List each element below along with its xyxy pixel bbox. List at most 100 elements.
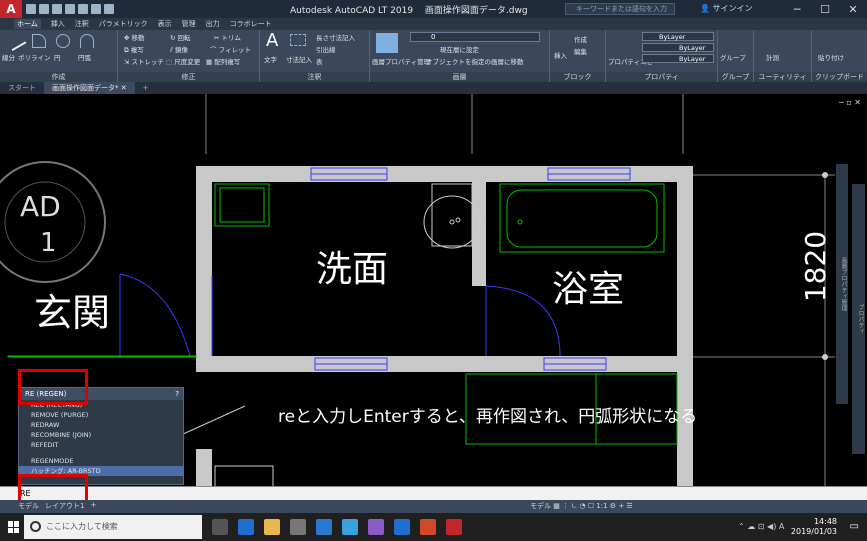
open-file-icon[interactable] [39,4,49,14]
array-button[interactable]: ▦ 配列複写 [206,56,240,66]
paste-button[interactable]: 貼り付け [818,52,844,62]
utilities-panel-label[interactable]: ユーティリティ [754,72,811,82]
arc-icon[interactable] [80,34,94,48]
customize-icon[interactable]: ☰ [626,502,632,510]
dimension-button[interactable]: 寸法記入 [286,54,312,64]
ribbon-tab-manage[interactable]: 管理 [182,19,196,29]
drawing-canvas[interactable]: ─ ▫ ✕ AD 1 玄関 洗面 浴室 1820 reと入力しEnterすると、… [0,94,867,502]
close-icon[interactable]: ✕ [839,0,867,18]
grid-icon[interactable]: ▦ [553,502,560,510]
fillet-button[interactable]: ⌒ フィレット [210,44,251,54]
signin-link[interactable]: 👤 サインイン [700,3,753,14]
layout-tab-layout1[interactable]: レイアウト1 [45,501,84,511]
trim-button[interactable]: ✂ トリム [214,32,241,42]
modify-panel-label[interactable]: 修正 [118,72,259,82]
help-icon[interactable]: ? [175,388,179,400]
new-tab-icon[interactable]: + [135,82,157,94]
layout-tab-model[interactable]: モデル [18,501,39,511]
mirror-button[interactable]: ⫽ 鏡像 [170,44,188,55]
move-to-layer-button[interactable]: オブジェクトを指定の画層に移動 [426,56,524,66]
autocad-taskbar-icon[interactable] [446,519,462,535]
app-icon[interactable] [342,519,358,535]
draw-panel-label[interactable]: 作成 [0,72,117,82]
taskbar-search-input[interactable]: ここに入力して検索 [24,515,202,539]
workspace-gear-icon[interactable]: ⚙ [610,502,616,510]
group-button[interactable]: グループ [720,52,746,62]
table-button[interactable]: 表 [316,56,323,66]
save-as-icon[interactable] [65,4,75,14]
autocomplete-item[interactable]: REMOVE (PURGE) [19,410,183,420]
stretch-button[interactable]: ⇲ ストレッチ [124,56,164,66]
dimension-grip[interactable] [822,354,828,360]
viewcube-label[interactable]: AD [20,190,61,223]
insert-block-button[interactable]: 挿入 [554,50,567,60]
arc-button[interactable]: 円弧 [78,52,91,62]
autocad-logo-icon[interactable]: A [0,0,22,18]
layer-dropdown[interactable]: 0 [410,32,540,42]
store-icon[interactable] [316,519,332,535]
color-dropdown[interactable]: ByLayer [642,32,714,41]
circle-button[interactable]: 円 [54,52,61,62]
layer-properties-palette-tab[interactable]: 画層プロパティ管理 [836,164,848,404]
snap-icon[interactable]: ⋮ [562,502,569,510]
circle-icon[interactable] [56,34,70,48]
line-icon[interactable] [5,30,27,52]
undo-icon[interactable] [91,4,101,14]
linear-dimension-button[interactable]: 長さ寸法記入 [316,32,355,42]
layer-properties-button[interactable]: 画層プロパティ管理 [372,56,430,66]
measure-button[interactable]: 計測 [766,52,779,62]
groups-panel-label[interactable]: グループ [718,72,753,82]
create-block-button[interactable]: 作成 [574,34,587,44]
ime-indicator[interactable]: A [779,522,784,531]
layer-properties-icon[interactable] [376,33,398,53]
model-space-button[interactable]: モデル [530,502,551,510]
viewport-controls[interactable]: ─ ▫ ✕ [839,98,861,107]
clipboard-panel-label[interactable]: クリップボード [812,72,867,82]
properties-panel-label[interactable]: プロパティ [606,72,717,82]
annotation-scale[interactable]: 1:1 [596,502,607,510]
system-tray-icons[interactable]: ⌃ ☁ ⊡ ◀) A [738,522,784,531]
minimize-icon[interactable]: ─ [783,0,811,18]
help-search-input[interactable]: キーワードまたは語句を入力 [565,3,675,15]
polyline-icon[interactable] [32,34,46,48]
osnap-icon[interactable]: ☐ [588,502,594,510]
autocomplete-item[interactable]: RECOMBINE (JOIN) [19,430,183,440]
file-explorer-icon[interactable] [264,519,280,535]
new-file-icon[interactable] [26,4,36,14]
office-icon[interactable] [420,519,436,535]
ribbon-tab-home[interactable]: ホーム [14,19,41,29]
add-icon[interactable]: + [618,502,624,510]
autocomplete-item[interactable]: REFEDIT [19,440,183,450]
edge-icon[interactable] [238,519,254,535]
ribbon-tab-insert[interactable]: 挿入 [51,19,65,29]
polar-icon[interactable]: ◔ [579,502,585,510]
file-tab-start[interactable]: スタート [0,82,44,94]
block-panel-label[interactable]: ブロック [550,72,605,82]
print-icon[interactable] [78,4,88,14]
ortho-icon[interactable]: ∟ [571,502,577,510]
line-button[interactable]: 線分 [2,52,15,62]
move-button[interactable]: ✥ 移動 [124,32,145,42]
ribbon-tab-view[interactable]: 表示 [158,19,172,29]
internet-explorer-icon[interactable] [394,519,410,535]
layout-tab-add[interactable]: + [90,501,96,511]
media-icon[interactable] [368,519,384,535]
ribbon-tab-collaborate[interactable]: コラボレート [230,19,272,29]
task-view-icon[interactable] [212,519,228,535]
ribbon-tab-parametric[interactable]: パラメトリック [99,19,148,29]
file-tab-drawing[interactable]: 画面操作図面データ* ✕ [44,82,135,94]
clock[interactable]: 14:48 2019/01/03 [791,517,837,537]
text-icon[interactable]: A [266,30,278,51]
rotate-button[interactable]: ↻ 回転 [170,32,191,42]
polyline-button[interactable]: ポリライン [18,52,51,62]
linetype-dropdown[interactable]: ByLayer [642,43,714,52]
windows-start-icon[interactable] [8,521,20,533]
command-line[interactable]: RE [0,486,867,500]
layers-panel-label[interactable]: 画層 [370,72,549,82]
properties-palette-tab[interactable]: プロパティ [852,184,865,454]
mail-icon[interactable] [290,519,306,535]
scale-button[interactable]: ⬚ 尺度変更 [166,56,200,66]
lineweight-dropdown[interactable]: ByLayer [642,54,714,63]
ribbon-tab-output[interactable]: 出力 [206,19,220,29]
copy-button[interactable]: ⧉ 複写 [124,44,144,55]
